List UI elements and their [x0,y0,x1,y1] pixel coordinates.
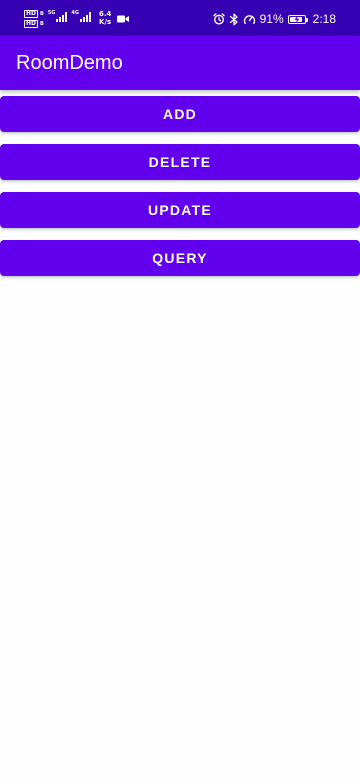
app-bar: RoomDemo [0,36,360,90]
status-clock: 2:18 [312,12,336,26]
battery-charging-icon [287,14,308,24]
battery-percentage: 91% [259,12,284,26]
query-button[interactable]: QUERY [0,240,360,276]
network-speed: 6.4 K/s [99,10,111,26]
hd-suffix: B [40,21,44,27]
speedometer-icon [243,14,255,24]
update-button[interactable]: UPDATE [0,192,360,228]
hd-badge: HD [24,20,39,28]
hd-indicator-sim2: HD B [24,20,44,28]
hd-voice-indicators: HD B HD B [24,10,44,28]
status-bar: HD B HD B 5G 4G 6.4 K/s 91% 2:18 [0,0,360,36]
network-speed-unit: K/s [99,18,112,26]
charging-bolt-icon [294,15,300,23]
hd-indicator-sim1: HD B [24,10,44,18]
signal-strength-icon [80,12,92,22]
network-type-4g: 4G [71,10,80,16]
video-camera-icon [117,15,130,23]
delete-button[interactable]: DELETE [0,144,360,180]
status-bar-right: 91% 2:18 [212,12,336,26]
network-speed-value: 6.4 [99,10,112,18]
battery-cap [305,17,308,22]
status-bar-left: HD B HD B 5G 4G 6.4 K/s [24,10,130,28]
signal-strength-icon [56,12,68,22]
bluetooth-icon [229,13,238,25]
app-title: RoomDemo [16,52,123,74]
network-type-5g: 5G [47,10,56,16]
hd-suffix: B [40,11,44,17]
hd-badge: HD [24,10,39,18]
add-button[interactable]: ADD [0,96,360,132]
alarm-icon [212,13,225,25]
